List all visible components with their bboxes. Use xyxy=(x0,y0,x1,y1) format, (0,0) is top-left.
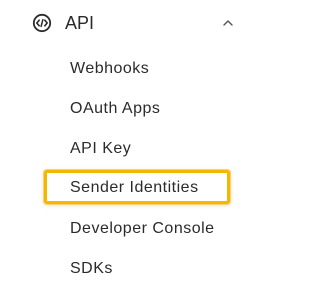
api-nav-section: API Webhooks OAuth Apps API Key Sender I… xyxy=(0,0,250,292)
nav-item-developer-console[interactable]: Developer Console xyxy=(70,218,215,240)
chevron-up-icon[interactable] xyxy=(221,16,235,30)
code-circle-icon xyxy=(32,13,52,33)
nav-item-api-key[interactable]: API Key xyxy=(70,138,131,160)
api-section-title: API xyxy=(65,13,95,33)
nav-item-webhooks[interactable]: Webhooks xyxy=(70,58,149,80)
nav-item-sender-identities[interactable]: Sender Identities xyxy=(70,177,199,199)
nav-item-sdks[interactable]: SDKs xyxy=(70,258,113,280)
api-section-header[interactable]: API xyxy=(0,0,250,46)
nav-item-oauth-apps[interactable]: OAuth Apps xyxy=(70,98,160,120)
